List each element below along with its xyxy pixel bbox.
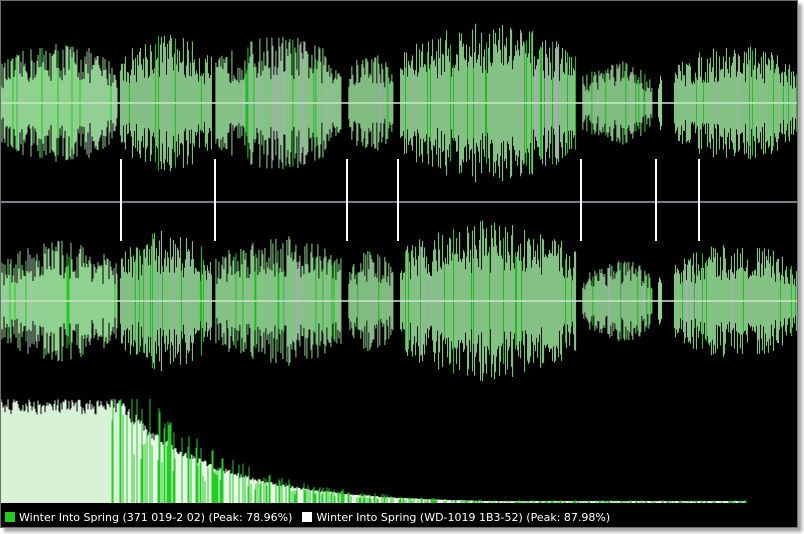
- track-marker: [579, 159, 582, 241]
- legend-swatch-white: [302, 512, 313, 522]
- legend-label-series-b: Winter Into Spring (WD-1019 1B3-52) (Pea…: [316, 510, 611, 524]
- track-marker: [214, 159, 217, 241]
- legend-item-series-a: Winter Into Spring (371 019-2 02) (Peak:…: [5, 511, 292, 524]
- legend-item-series-b: Winter Into Spring (WD-1019 1B3-52) (Pea…: [302, 511, 610, 524]
- legend-label-series-a: Winter Into Spring (371 019-2 02) (Peak:…: [19, 510, 293, 524]
- track-marker: [119, 159, 122, 241]
- track-marker: [345, 159, 348, 241]
- track-marker: [397, 159, 400, 241]
- frequency-spectrum: [1, 399, 747, 503]
- legend-swatch-green: [5, 512, 15, 522]
- track-marker: [697, 159, 700, 241]
- legend: Winter Into Spring (371 019-2 02) (Peak:…: [1, 507, 797, 527]
- track-marker: [655, 159, 658, 241]
- audio-comparison-window: Winter Into Spring (371 019-2 02) (Peak:…: [0, 0, 798, 528]
- track-markers: [1, 159, 797, 243]
